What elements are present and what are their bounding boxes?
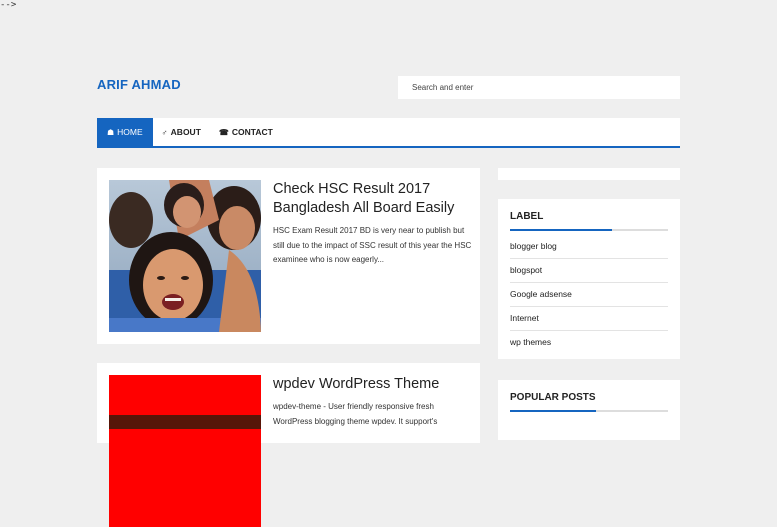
nav-item-about[interactable]: ♂ ABOUT xyxy=(153,118,210,146)
label-link[interactable]: Internet xyxy=(510,307,668,331)
post-title[interactable]: Check HSC Result 2017 Bangladesh All Boa… xyxy=(273,180,473,218)
widget-title: LABEL xyxy=(510,211,544,222)
label-link[interactable]: Google adsense xyxy=(510,283,668,307)
sidebar-widget-empty xyxy=(498,168,680,180)
widget-title-underline xyxy=(510,410,668,412)
label-link[interactable]: blogspot xyxy=(510,259,668,283)
home-icon: ☗ xyxy=(107,127,115,137)
post-card: wpdev WordPress Theme wpdev-theme - User… xyxy=(97,363,480,527)
male-icon: ♂ xyxy=(161,127,168,137)
post-title[interactable]: wpdev WordPress Theme xyxy=(273,375,473,394)
post-snippet: HSC Exam Result 2017 BD is very near to … xyxy=(273,226,472,264)
widget-title-underline xyxy=(510,229,668,231)
post-snippet: wpdev-theme - User friendly responsive f… xyxy=(273,402,438,426)
post-thumbnail[interactable] xyxy=(109,180,261,332)
nav-item-contact[interactable]: ☎ CONTACT xyxy=(210,118,282,146)
label-widget: LABEL blogger blog blogspot Google adsen… xyxy=(498,199,680,359)
label-link[interactable]: blogger blog xyxy=(510,235,668,259)
nav-item-label: ABOUT xyxy=(170,127,201,137)
stray-comment-text: --> xyxy=(0,0,17,10)
popular-posts-widget: POPULAR POSTS xyxy=(498,380,680,440)
search-input[interactable] xyxy=(398,76,680,99)
widget-title: POPULAR POSTS xyxy=(510,392,596,403)
theme-preview-image xyxy=(109,375,261,527)
label-list: blogger blog blogspot Google adsense Int… xyxy=(510,235,668,354)
post-card: Check HSC Result 2017 Bangladesh All Boa… xyxy=(97,168,480,344)
post-thumbnail[interactable] xyxy=(109,375,261,527)
phone-icon: ☎ xyxy=(218,127,229,137)
main-nav: ☗ HOME ♂ ABOUT ☎ CONTACT xyxy=(97,118,680,148)
nav-item-label: HOME xyxy=(117,127,143,137)
students-photo xyxy=(109,180,261,332)
site-title[interactable]: ARIF AHMAD xyxy=(97,77,181,92)
nav-item-home[interactable]: ☗ HOME xyxy=(97,118,153,146)
label-link[interactable]: wp themes xyxy=(510,331,668,354)
nav-item-label: CONTACT xyxy=(231,127,273,137)
